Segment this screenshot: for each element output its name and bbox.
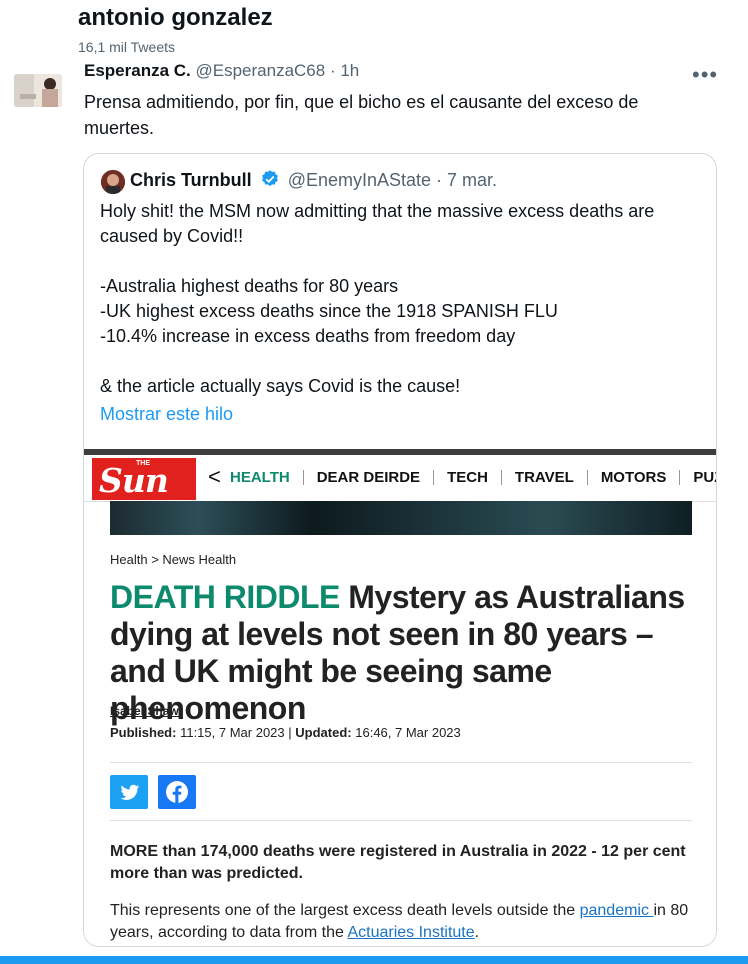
body-suffix: . [474,924,480,941]
divider [110,820,692,821]
nav-item-motors: MOTORS [586,470,680,485]
breadcrumb-subsection: News Health [162,552,237,567]
nav-item-health: HEALTH [230,469,290,486]
facebook-share-icon [158,775,196,809]
article-lede: MORE than 174,000 deaths were registered… [110,843,686,882]
quoted-handle-time[interactable]: @EnemyInAState · 7 mar. [288,170,497,190]
article-photo [110,501,692,535]
sun-navbar: THE Sun < HEALTH DEAR DEIRDE TECH TRAVEL MOT… [84,455,716,502]
breadcrumb-section: Health [110,552,148,567]
twitter-share-icon [110,775,148,809]
avatar-photo [14,74,62,107]
pandemic-link: pandemic [579,902,654,919]
quoted-line: -10.4% increase in excess deaths from fr… [100,326,516,346]
quoted-line: & the article actually says Covid is the… [100,376,461,396]
profile-header: antonio gonzalez 16,1 mil Tweets [0,0,748,60]
breadcrumb: Health > News Health [110,552,236,567]
logo-sun: Sun [99,461,169,500]
article-dates: Published: 11:15, 7 Mar 2023 | Updated: … [110,725,461,740]
profile-name: antonio gonzalez [78,4,273,31]
updated-label: Updated: [295,725,352,740]
nav-item-travel: TRAVEL [500,470,587,485]
divider [110,762,692,763]
date-separator: | [288,725,292,740]
nav-item-dear-deirde: DEAR DEIRDE [302,470,433,485]
the-sun-logo: THE Sun [92,458,196,500]
quoted-header: Chris Turnbull @EnemyInAState · 7 mar. [130,169,497,194]
tweet-count: 16,1 mil Tweets [78,39,176,55]
quoted-line: -UK highest excess deaths since the 1918… [100,301,558,321]
show-thread-link[interactable]: Mostrar este hilo [100,404,233,425]
nav-item-puzzles: PUZZLES [679,470,716,485]
article-headline: DEATH RIDDLE Mystery as Australians dyin… [110,579,700,727]
quoted-text: Holy shit! the MSM now admitting that th… [100,199,704,399]
bottom-bar [0,956,748,964]
back-arrow-icon: < [208,464,221,489]
article-author: Isabel Shaw [110,704,179,718]
headline-kicker: DEATH RIDDLE [110,579,340,615]
quoted-tweet[interactable]: Chris Turnbull @EnemyInAState · 7 mar. H… [83,153,717,947]
published-value: 11:15, 7 Mar 2023 [180,725,285,740]
nav-item-tech: TECH [433,470,501,485]
quoted-avatar-photo [101,170,125,194]
body-prefix: This represents one of the largest exces… [110,902,580,919]
article-screenshot[interactable]: THE Sun < HEALTH DEAR DEIRDE TECH TRAVEL MOT… [84,449,716,946]
tweet-text: Prensa admitiendo, por fin, que el bicho… [84,92,639,138]
quoted-avatar [101,170,125,194]
updated-value: 16:46, 7 Mar 2023 [355,725,461,740]
article-body: This represents one of the largest exces… [110,900,700,944]
actuaries-institute-link: Actuaries Institute [347,924,475,941]
tweet-handle-time[interactable]: @EsperanzaC68 · 1h [196,61,360,80]
quoted-author-name[interactable]: Chris Turnbull [130,170,252,190]
more-options-icon[interactable]: ••• [692,62,718,88]
published-label: Published: [110,725,177,740]
verified-badge-icon [260,169,280,194]
quoted-line: -Australia highest deaths for 80 years [100,276,399,296]
breadcrumb-separator: > [151,552,159,567]
tweet-header: Esperanza C. @EsperanzaC68 · 1h [84,61,359,81]
nav-items: HEALTH DEAR DEIRDETECHTRAVELMOTORSPUZZLES… [230,469,716,486]
tweet-author-name[interactable]: Esperanza C. [84,61,191,80]
avatar[interactable] [14,74,62,107]
quoted-line: Holy shit! the MSM now admitting that th… [100,201,655,246]
